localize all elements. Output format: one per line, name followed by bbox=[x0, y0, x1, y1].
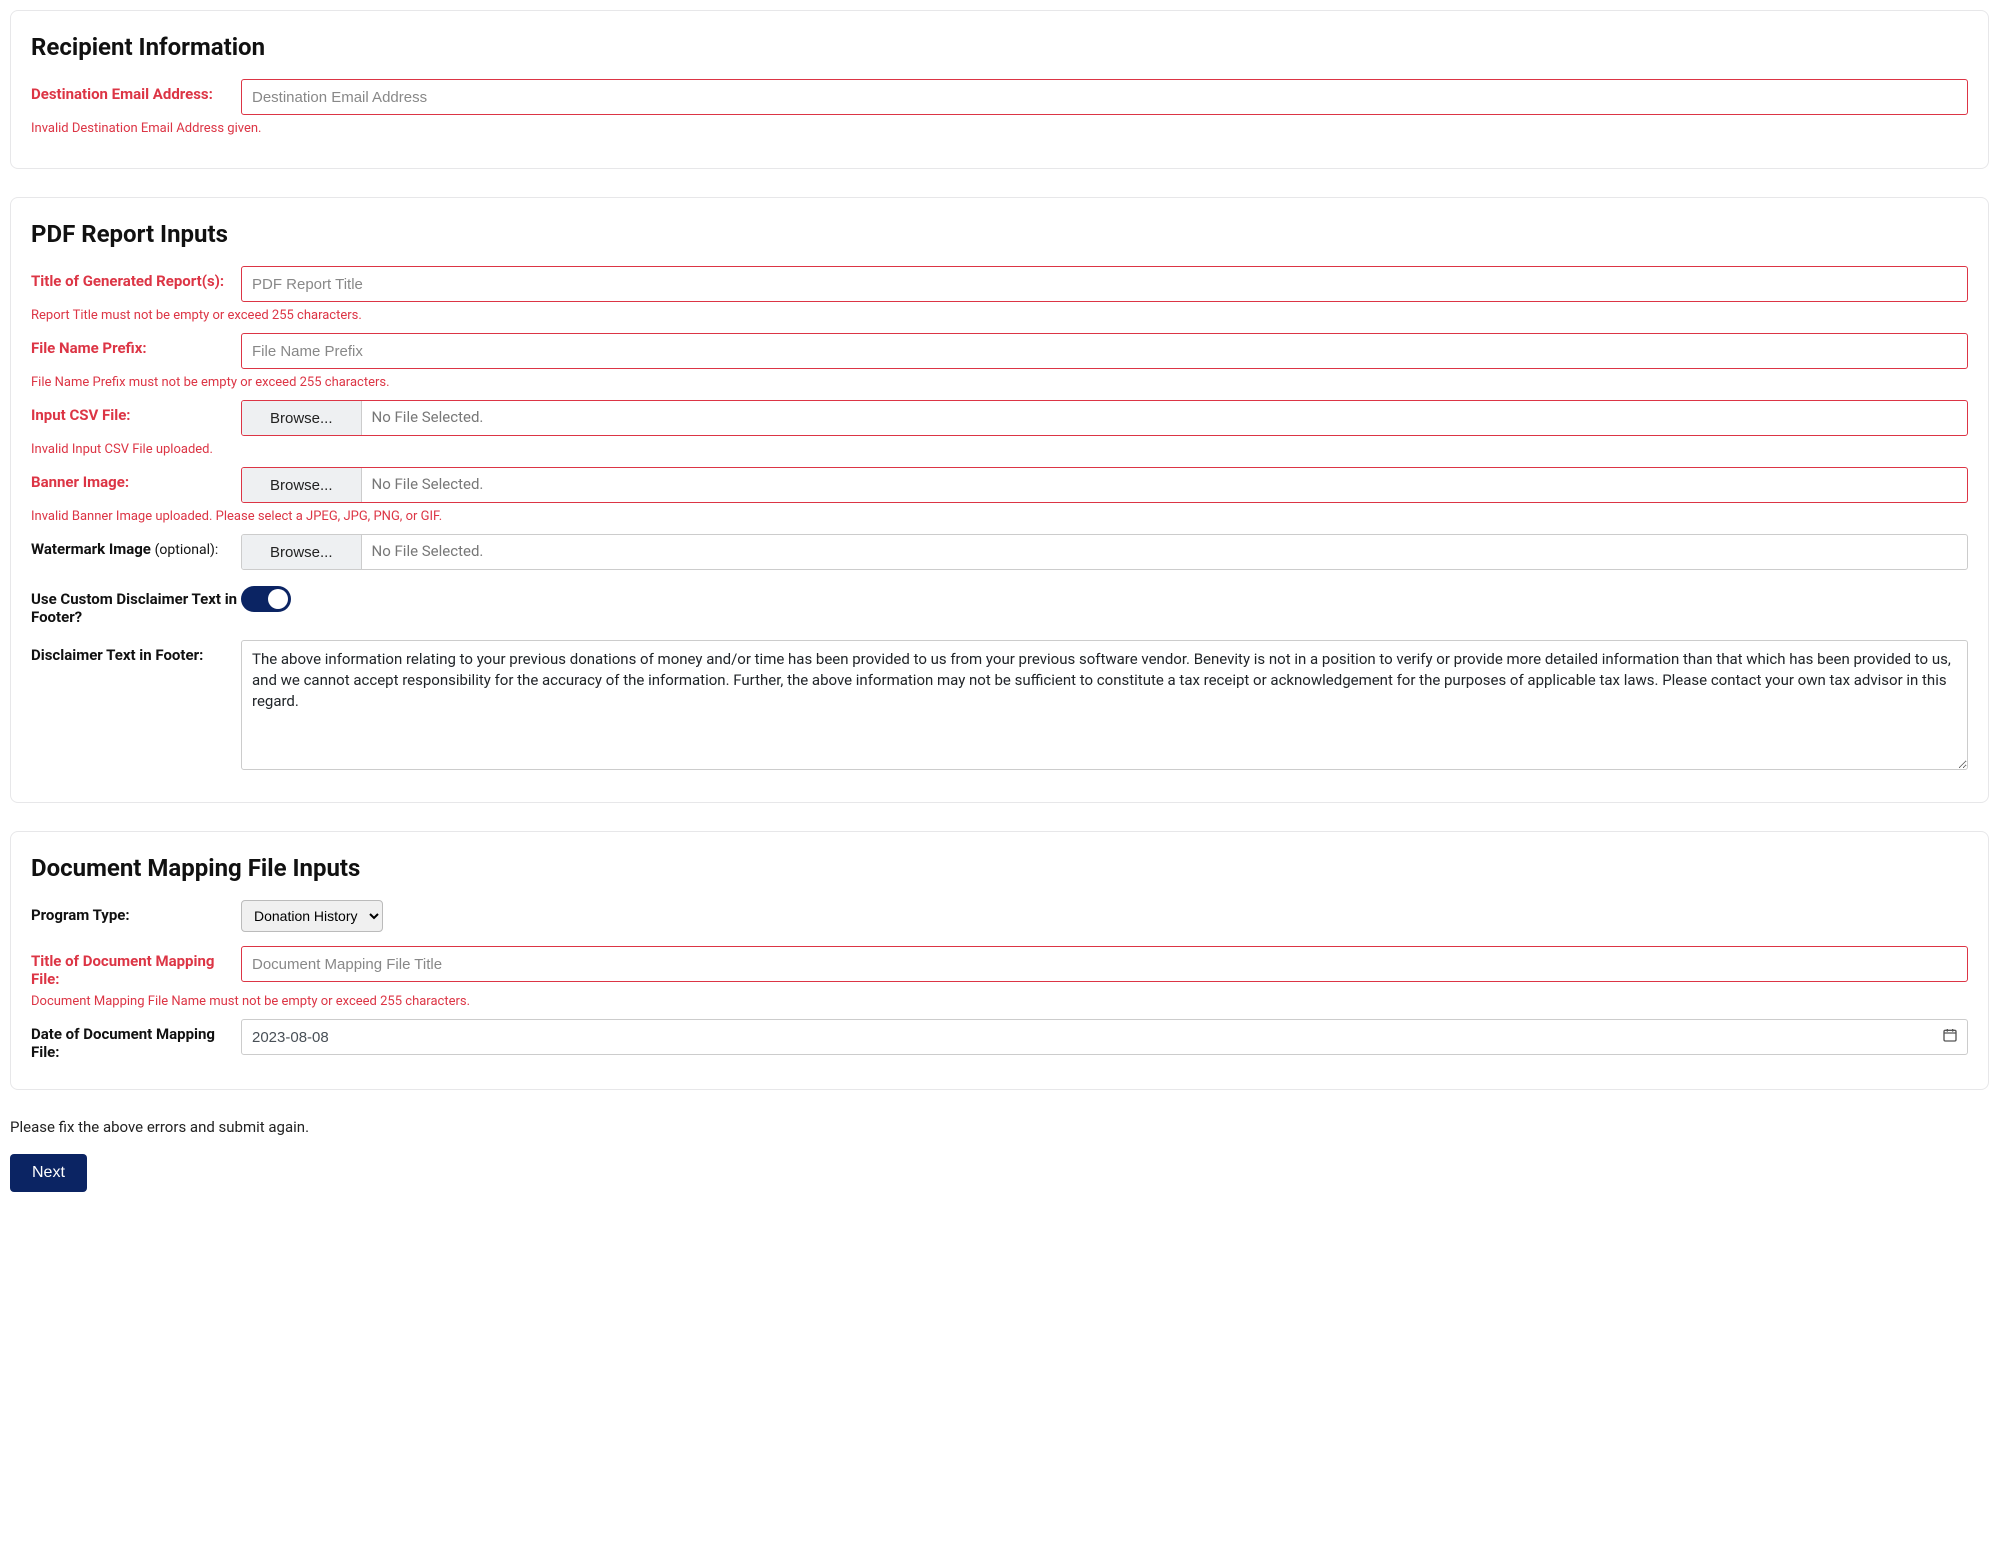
next-button[interactable]: Next bbox=[10, 1154, 87, 1192]
csv-row: Input CSV File: Browse... No File Select… bbox=[31, 400, 1968, 436]
mapping-card: Document Mapping File Inputs Program Typ… bbox=[10, 831, 1989, 1090]
program-type-row: Program Type: Donation History bbox=[31, 900, 1968, 932]
watermark-file-status: No File Selected. bbox=[362, 535, 494, 569]
file-prefix-row: File Name Prefix: bbox=[31, 333, 1968, 369]
report-title-input[interactable] bbox=[241, 266, 1968, 302]
csv-file-status: No File Selected. bbox=[362, 401, 494, 435]
watermark-label-text: Watermark Image bbox=[31, 540, 155, 558]
destination-email-input[interactable] bbox=[241, 79, 1968, 115]
banner-label: Banner Image: bbox=[31, 467, 241, 491]
mapping-title-error: Document Mapping File Name must not be e… bbox=[31, 994, 1968, 1009]
disclaimer-toggle[interactable] bbox=[241, 586, 291, 612]
mapping-date-label: Date of Document Mapping File: bbox=[31, 1019, 241, 1061]
destination-email-label: Destination Email Address: bbox=[31, 79, 241, 103]
mapping-title-label: Title of Document Mapping File: bbox=[31, 946, 241, 988]
disclaimer-text-label: Disclaimer Text in Footer: bbox=[31, 640, 241, 664]
program-type-label: Program Type: bbox=[31, 900, 241, 924]
csv-browse-button[interactable]: Browse... bbox=[242, 401, 362, 435]
file-prefix-label: File Name Prefix: bbox=[31, 333, 241, 357]
recipient-card: Recipient Information Destination Email … bbox=[10, 10, 1989, 169]
file-prefix-input[interactable] bbox=[241, 333, 1968, 369]
pdf-inputs-card: PDF Report Inputs Title of Generated Rep… bbox=[10, 197, 1989, 803]
disclaimer-toggle-label: Use Custom Disclaimer Text in Footer? bbox=[31, 584, 241, 626]
destination-email-error: Invalid Destination Email Address given. bbox=[31, 121, 1968, 136]
banner-file-status: No File Selected. bbox=[362, 468, 494, 502]
disclaimer-textarea[interactable] bbox=[241, 640, 1968, 770]
global-error-message: Please fix the above errors and submit a… bbox=[10, 1118, 1989, 1136]
program-type-select[interactable]: Donation History bbox=[241, 900, 383, 932]
mapping-date-input[interactable] bbox=[241, 1019, 1968, 1055]
file-prefix-error: File Name Prefix must not be empty or ex… bbox=[31, 375, 1968, 390]
toggle-knob-icon bbox=[268, 589, 288, 609]
destination-email-row: Destination Email Address: bbox=[31, 79, 1968, 115]
banner-browse-button[interactable]: Browse... bbox=[242, 468, 362, 502]
mapping-title-row: Title of Document Mapping File: bbox=[31, 946, 1968, 988]
recipient-title: Recipient Information bbox=[31, 33, 1968, 61]
mapping-title-input[interactable] bbox=[241, 946, 1968, 982]
watermark-row: Watermark Image (optional): Browse... No… bbox=[31, 534, 1968, 570]
mapping-date-row: Date of Document Mapping File: bbox=[31, 1019, 1968, 1061]
report-title-row: Title of Generated Report(s): bbox=[31, 266, 1968, 302]
watermark-browse-button[interactable]: Browse... bbox=[242, 535, 362, 569]
banner-file-picker: Browse... No File Selected. bbox=[241, 467, 1968, 503]
pdf-inputs-title: PDF Report Inputs bbox=[31, 220, 1968, 248]
watermark-optional-text: (optional): bbox=[155, 542, 219, 558]
csv-file-picker: Browse... No File Selected. bbox=[241, 400, 1968, 436]
csv-error: Invalid Input CSV File uploaded. bbox=[31, 442, 1968, 457]
disclaimer-toggle-row: Use Custom Disclaimer Text in Footer? bbox=[31, 584, 1968, 626]
watermark-label: Watermark Image (optional): bbox=[31, 534, 241, 558]
report-title-label: Title of Generated Report(s): bbox=[31, 266, 241, 290]
report-title-error: Report Title must not be empty or exceed… bbox=[31, 308, 1968, 323]
mapping-title: Document Mapping File Inputs bbox=[31, 854, 1968, 882]
banner-error: Invalid Banner Image uploaded. Please se… bbox=[31, 509, 1968, 524]
banner-row: Banner Image: Browse... No File Selected… bbox=[31, 467, 1968, 503]
disclaimer-text-row: Disclaimer Text in Footer: bbox=[31, 640, 1968, 774]
csv-label: Input CSV File: bbox=[31, 400, 241, 424]
watermark-file-picker: Browse... No File Selected. bbox=[241, 534, 1968, 570]
